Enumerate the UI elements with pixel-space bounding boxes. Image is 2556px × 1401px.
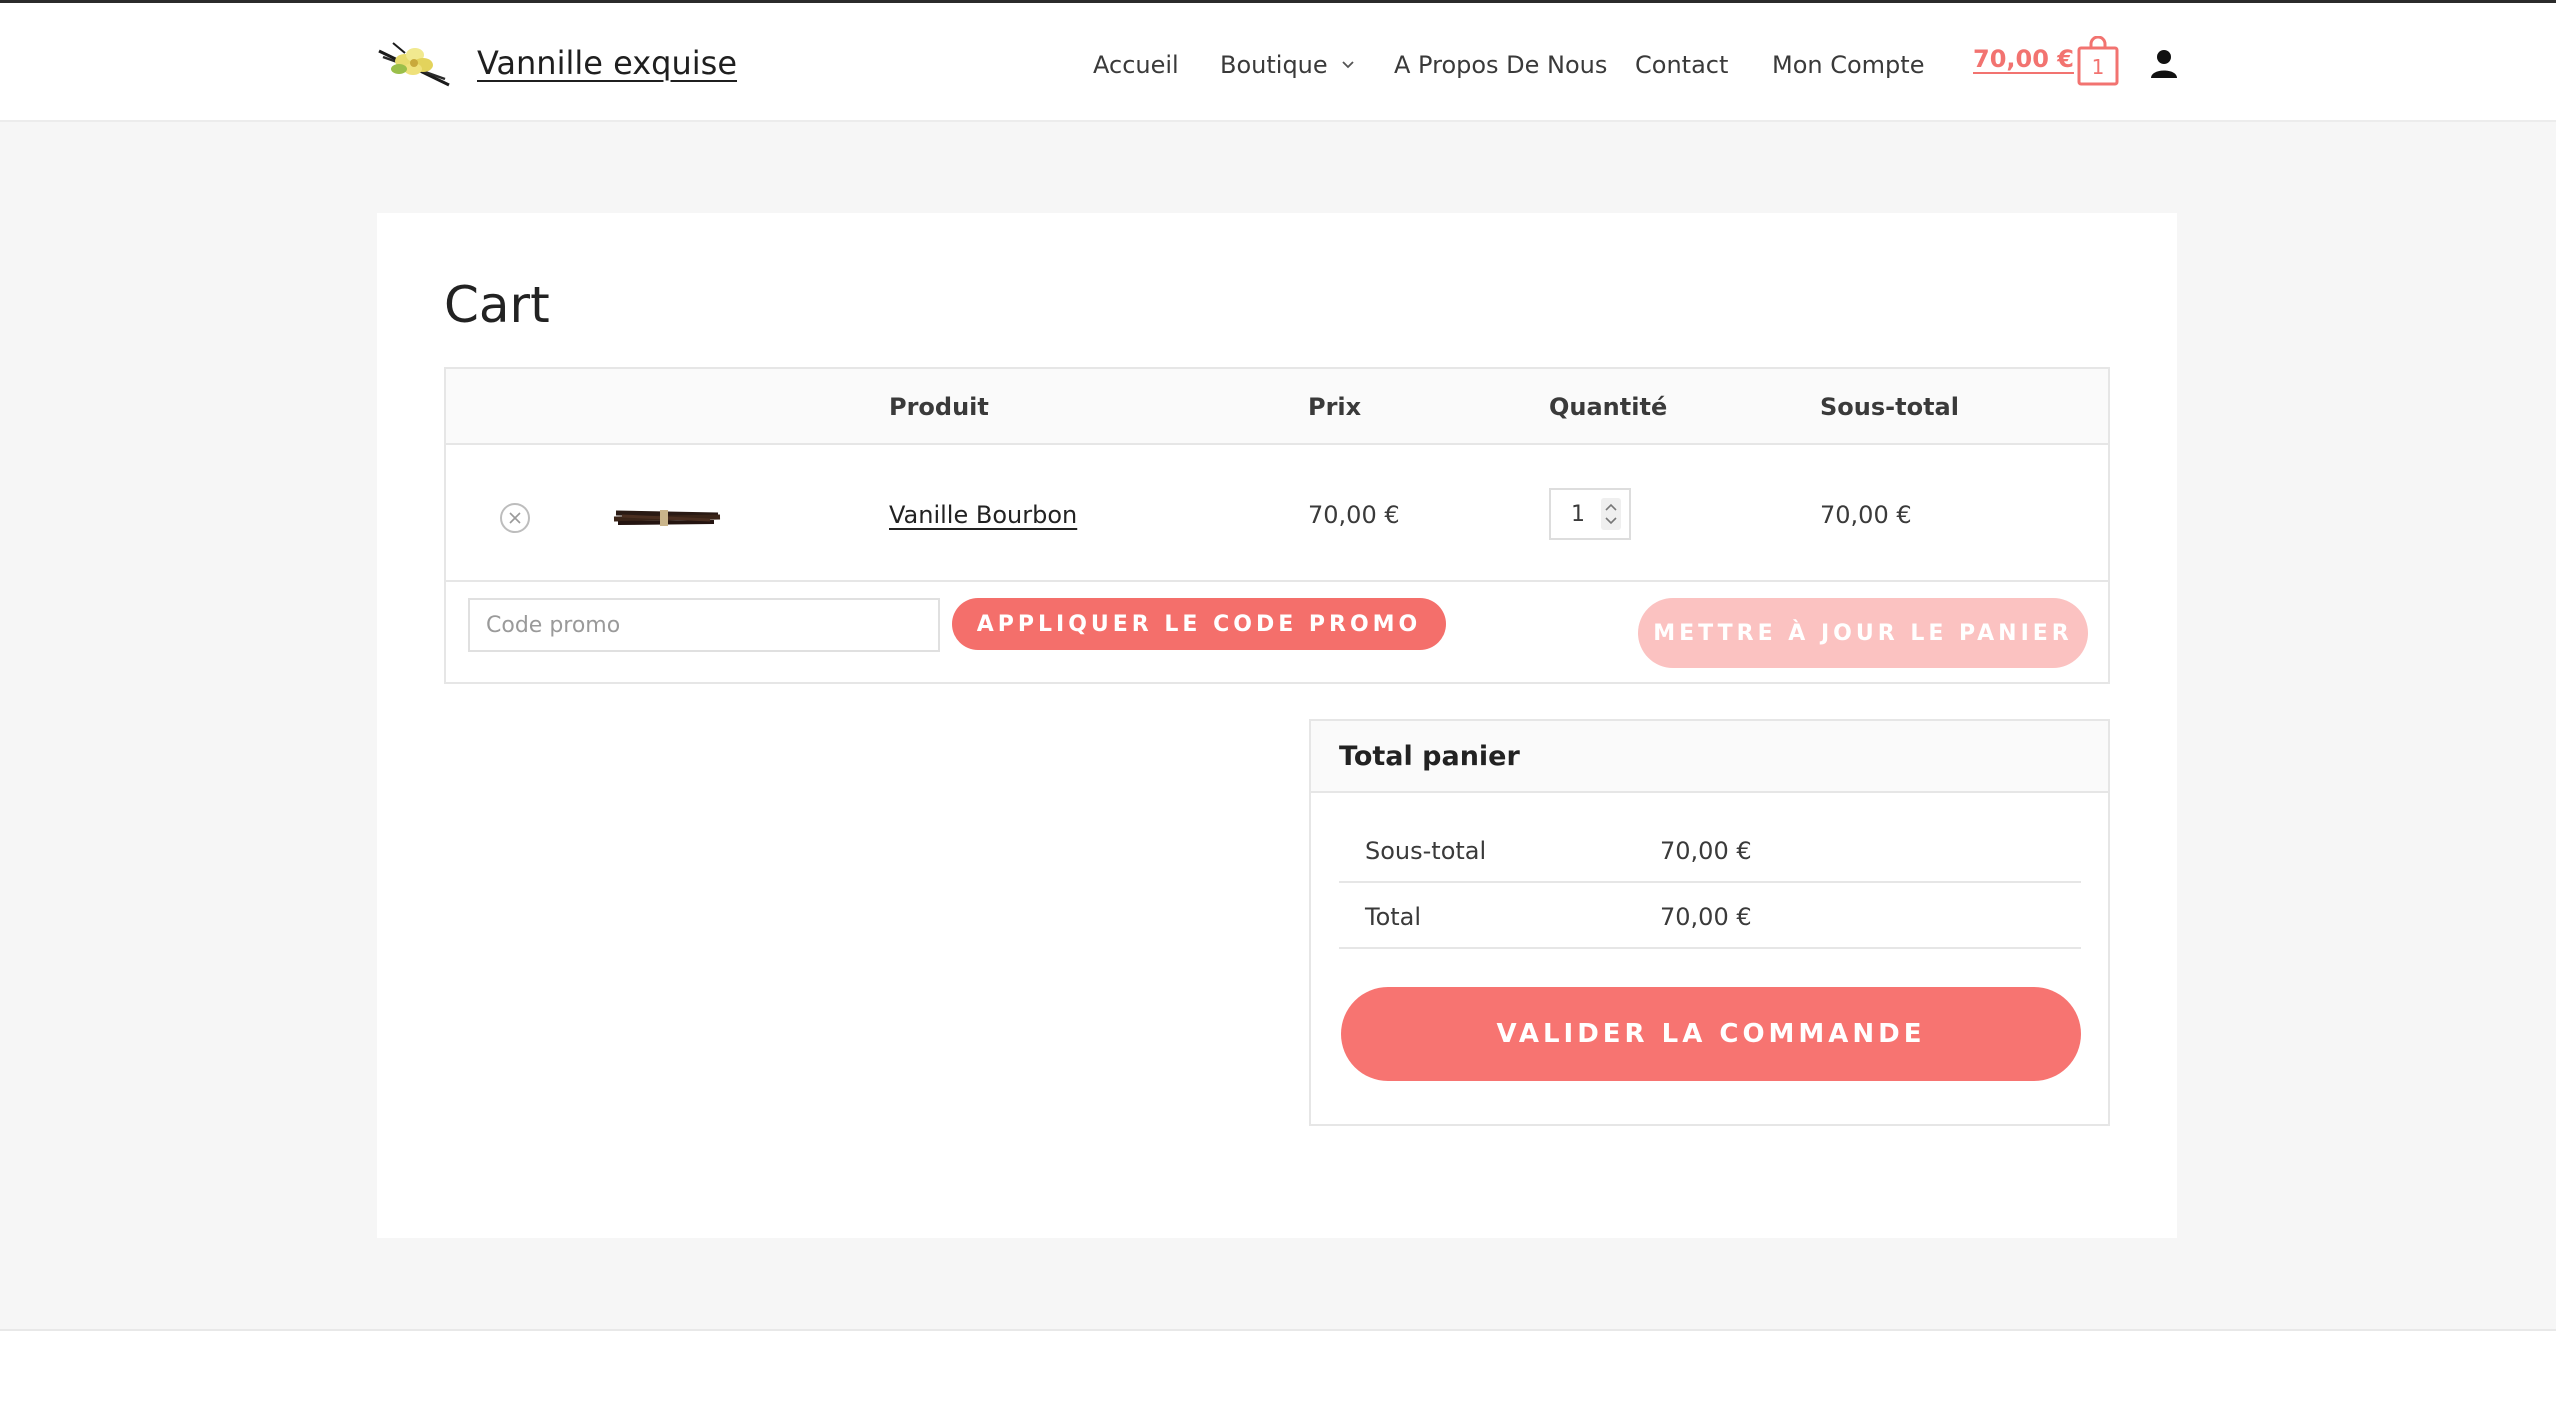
vanilla-flower-logo-icon[interactable] (375, 33, 455, 93)
cart-count-badge: 1 (2091, 55, 2105, 79)
site-branding[interactable]: Vannille exquise (375, 33, 737, 93)
subtotal-label: Sous-total (1365, 837, 1487, 865)
totals-row-subtotal: Sous-total 70,00 € (1339, 817, 2081, 883)
nav-item-accueil[interactable]: Accueil (1093, 45, 1179, 85)
totals-row-total: Total 70,00 € (1339, 883, 2081, 949)
checkout-button[interactable]: VALIDER LA COMMANDE (1341, 987, 2081, 1081)
close-icon (509, 512, 521, 524)
site-header: Vannille exquise Accueil Boutique A Prop… (0, 3, 2556, 122)
column-header-product: Produit (889, 393, 989, 421)
nav-item-contact[interactable]: Contact (1635, 45, 1728, 85)
cart-totals-title: Total panier (1339, 741, 1520, 772)
chevron-down-icon (1342, 61, 1354, 69)
header-cart-total[interactable]: 70,00 € (1973, 45, 2074, 73)
total-value: 70,00 € (1660, 903, 1752, 931)
quantity-stepper[interactable]: 1 (1549, 488, 1631, 540)
cart-actions: APPLIQUER LE CODE PROMO METTRE À JOUR LE… (446, 582, 2108, 684)
nav-item-boutique[interactable]: Boutique (1220, 45, 1356, 85)
column-header-subtotal: Sous-total (1820, 393, 1959, 421)
cart-table: Produit Prix Quantité Sous-total Vanille… (444, 367, 2110, 684)
footer-divider (0, 1329, 2556, 1331)
subtotal-value: 70,00 € (1660, 837, 1752, 865)
user-account-icon[interactable] (2150, 49, 2178, 79)
quantity-value: 1 (1571, 502, 1585, 527)
remove-item-button[interactable] (500, 503, 530, 533)
nav-item-a-propos[interactable]: A Propos De Nous (1394, 45, 1607, 85)
site-title-link[interactable]: Vannille exquise (477, 44, 737, 82)
page-title: Cart (444, 276, 550, 334)
cart-table-header: Produit Prix Quantité Sous-total (446, 369, 2108, 445)
product-thumbnail[interactable] (602, 467, 732, 567)
product-price: 70,00 € (1308, 501, 1400, 529)
nav-item-mon-compte[interactable]: Mon Compte (1772, 45, 1924, 85)
update-cart-button[interactable]: METTRE À JOUR LE PANIER (1638, 598, 2088, 668)
cart-totals-panel: Total panier Sous-total 70,00 € Total 70… (1309, 719, 2110, 1126)
table-row: Vanille Bourbon 70,00 € 1 70,00 € (446, 445, 2108, 582)
column-header-price: Prix (1308, 393, 1362, 421)
spinner-arrows-icon[interactable] (1601, 498, 1621, 530)
total-label: Total (1365, 903, 1422, 931)
column-header-quantity: Quantité (1549, 393, 1668, 421)
apply-promo-button[interactable]: APPLIQUER LE CODE PROMO (952, 598, 1446, 650)
promo-code-input[interactable] (468, 598, 940, 652)
product-subtotal: 70,00 € (1820, 501, 1912, 529)
product-name-link[interactable]: Vanille Bourbon (889, 501, 1077, 529)
cart-totals-header: Total panier (1311, 721, 2108, 793)
nav-item-label: Boutique (1220, 51, 1328, 79)
